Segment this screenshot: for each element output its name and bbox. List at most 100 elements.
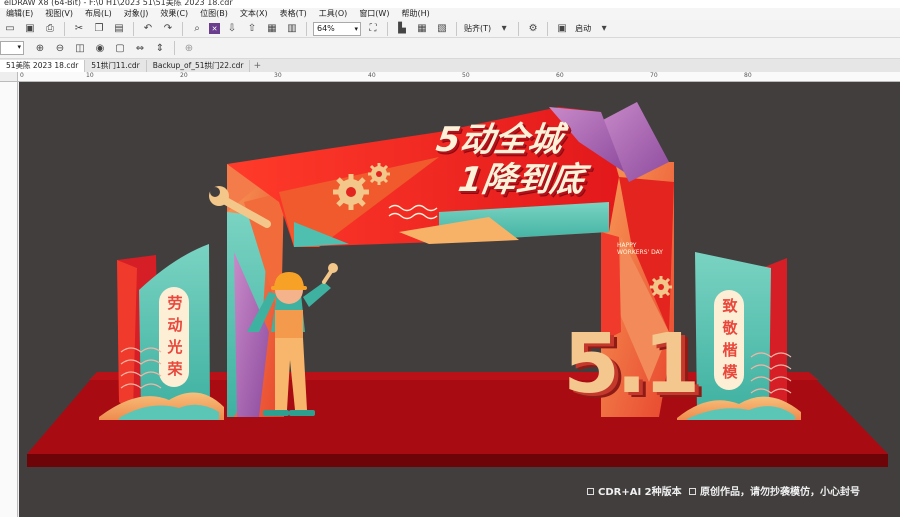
- title-bar: elDRAW X8 (64-Bit) - F:\0 H1\2023 51\51美…: [0, 0, 900, 8]
- toolbar-divider: [306, 21, 307, 36]
- menu-item-edit[interactable]: 编辑(E): [0, 8, 39, 20]
- show-guidelines-icon[interactable]: ▧: [434, 21, 450, 37]
- zoom-page-height-icon[interactable]: ⇕: [152, 40, 168, 56]
- menu-item-text[interactable]: 文本(X): [234, 8, 274, 20]
- standard-toolbar: ▭ ▣ ⎙ ✂ ❐ ▤ ↶ ↷ ⌕ ✕ ⇩ ⇧ ▦ ▥ 64% ▾ ⛶ ▙ ▦ ▧…: [0, 20, 900, 38]
- pdf-icon[interactable]: ▦: [264, 21, 280, 37]
- toolbar-divider: [456, 21, 457, 36]
- menu-item-table[interactable]: 表格(T): [274, 8, 313, 20]
- left-banner-char: 动: [167, 316, 183, 334]
- new-tab-plus-icon[interactable]: +: [250, 60, 264, 72]
- zoom-in-icon[interactable]: ⊕: [32, 40, 48, 56]
- save-icon[interactable]: ▣: [22, 21, 38, 37]
- ruler-mark: 30: [274, 72, 282, 79]
- copy-icon[interactable]: ❐: [91, 21, 107, 37]
- zoom-level-value: 64%: [317, 23, 335, 33]
- big-number-51: 5.1: [563, 317, 700, 412]
- right-banner-char: 模: [722, 363, 738, 381]
- menu-item-view[interactable]: 视图(V): [39, 8, 79, 20]
- notice-copyright-text: 原创作品，请勿抄袭模仿，小心封号: [700, 487, 860, 498]
- cut-icon[interactable]: ✂: [71, 21, 87, 37]
- app-launcher-icon[interactable]: ▥: [284, 21, 300, 37]
- right-banner-char: 敬: [722, 319, 738, 337]
- notice-copyright: 原创作品，请勿抄袭模仿，小心封号: [689, 483, 860, 498]
- full-screen-icon[interactable]: ⛶: [365, 21, 381, 37]
- launch-icon[interactable]: ▣: [554, 21, 570, 37]
- zoom-levels-select[interactable]: ▾: [0, 41, 24, 55]
- right-banner-text: 致 敬 楷 模: [716, 295, 744, 383]
- menu-item-object[interactable]: 对象(J): [118, 8, 155, 20]
- zoom-out-icon[interactable]: ⊖: [52, 40, 68, 56]
- ruler-mark: 0: [20, 72, 24, 79]
- undo-icon[interactable]: ↶: [140, 21, 156, 37]
- corel-connect-icon[interactable]: ✕: [209, 23, 220, 34]
- search-content-icon[interactable]: ⌕: [189, 21, 205, 37]
- right-banner-char: 楷: [722, 341, 738, 359]
- toolbar-divider: [518, 21, 520, 36]
- bullet-icon: [689, 488, 696, 495]
- toolbar-divider: [133, 21, 134, 36]
- property-bar: ▾ ⊕ ⊖ ◫ ◉ ▢ ⇔ ⇕ ⊕: [0, 38, 900, 59]
- import-icon[interactable]: ⇩: [224, 21, 240, 37]
- ruler-mark: 60: [556, 72, 564, 79]
- vertical-ruler[interactable]: [0, 82, 18, 517]
- document-tabs: 51美陈 2023 18.cdr 51拱门11.cdr Backup_of_51…: [0, 59, 900, 72]
- chevron-down-icon: ▾: [354, 24, 358, 33]
- bullet-icon: [587, 488, 594, 495]
- print-icon[interactable]: ⎙: [42, 21, 58, 37]
- menu-item-help[interactable]: 帮助(H): [395, 8, 435, 20]
- left-banner-char: 光: [167, 338, 183, 356]
- headline-line-2: 1降到底: [455, 160, 587, 200]
- toolbar-divider: [387, 21, 388, 36]
- tab-document-2[interactable]: 51拱门11.cdr: [85, 60, 147, 72]
- zoom-page-width-icon[interactable]: ⇔: [132, 40, 148, 56]
- toolbar-divider: [64, 21, 65, 36]
- chevron-down-icon[interactable]: ▾: [496, 21, 512, 37]
- zoom-level-select[interactable]: 64% ▾: [313, 21, 361, 36]
- ruler-mark: 50: [462, 72, 470, 79]
- ruler-mark: 10: [86, 72, 94, 79]
- redo-icon[interactable]: ↷: [160, 21, 176, 37]
- happy-label: HAPPY: [617, 242, 637, 249]
- chevron-down-icon: ▾: [17, 43, 21, 51]
- snap-to-dropdown[interactable]: 贴齐(T): [464, 23, 491, 34]
- tab-document-3[interactable]: Backup_of_51拱门22.cdr: [147, 60, 251, 72]
- show-rulers-icon[interactable]: ▙: [394, 21, 410, 37]
- toolbar-divider: [182, 21, 183, 36]
- ruler-mark: 20: [180, 72, 188, 79]
- menu-item-effects[interactable]: 效果(C): [154, 8, 194, 20]
- ruler-mark: 80: [744, 72, 752, 79]
- left-banner-char: 荣: [167, 360, 183, 378]
- open-icon[interactable]: ▭: [2, 21, 18, 37]
- ruler-origin[interactable]: [0, 72, 18, 82]
- paste-icon[interactable]: ▤: [111, 21, 127, 37]
- zoom-all-objects-icon[interactable]: ◉: [92, 40, 108, 56]
- options-gear-icon[interactable]: ⚙: [525, 21, 541, 37]
- add-icon[interactable]: ⊕: [181, 40, 197, 56]
- left-banner-text: 劳 动 光 荣: [161, 292, 189, 380]
- workers-day-label: WORKERS' DAY: [617, 249, 663, 256]
- left-banner-char: 劳: [167, 294, 183, 312]
- notice-versions: CDR+AI 2种版本: [587, 483, 682, 498]
- menu-item-tools[interactable]: 工具(O): [313, 8, 354, 20]
- tab-document-1[interactable]: 51美陈 2023 18.cdr: [0, 60, 86, 72]
- toolbar-divider: [547, 21, 549, 36]
- zoom-page-icon[interactable]: ▢: [112, 40, 128, 56]
- export-icon[interactable]: ⇧: [244, 21, 260, 37]
- zoom-selected-icon[interactable]: ◫: [72, 40, 88, 56]
- menu-item-window[interactable]: 窗口(W): [353, 8, 395, 20]
- ruler-mark: 70: [650, 72, 658, 79]
- toolbar-divider: [174, 41, 175, 55]
- menu-item-layout[interactable]: 布局(L): [79, 8, 118, 20]
- right-banner-char: 致: [722, 297, 738, 315]
- horizontal-ruler[interactable]: 0 10 20 30 40 50 60 70 80: [18, 72, 900, 82]
- show-grid-icon[interactable]: ▦: [414, 21, 430, 37]
- menu-item-bitmaps[interactable]: 位图(B): [194, 8, 234, 20]
- notice-versions-text: CDR+AI 2种版本: [598, 487, 682, 498]
- ruler-mark: 40: [368, 72, 376, 79]
- chevron-down-icon[interactable]: ▾: [596, 21, 612, 37]
- window-title: elDRAW X8 (64-Bit) - F:\0 H1\2023 51\51美…: [4, 0, 233, 7]
- menu-bar: 编辑(E) 视图(V) 布局(L) 对象(J) 效果(C) 位图(B) 文本(X…: [0, 8, 900, 20]
- drawing-canvas[interactable]: 5动全城 1降到底 HAPPY WORKERS' DAY 劳 动 光 荣 致 敬…: [19, 82, 900, 517]
- launch-dropdown[interactable]: 启动: [575, 23, 591, 34]
